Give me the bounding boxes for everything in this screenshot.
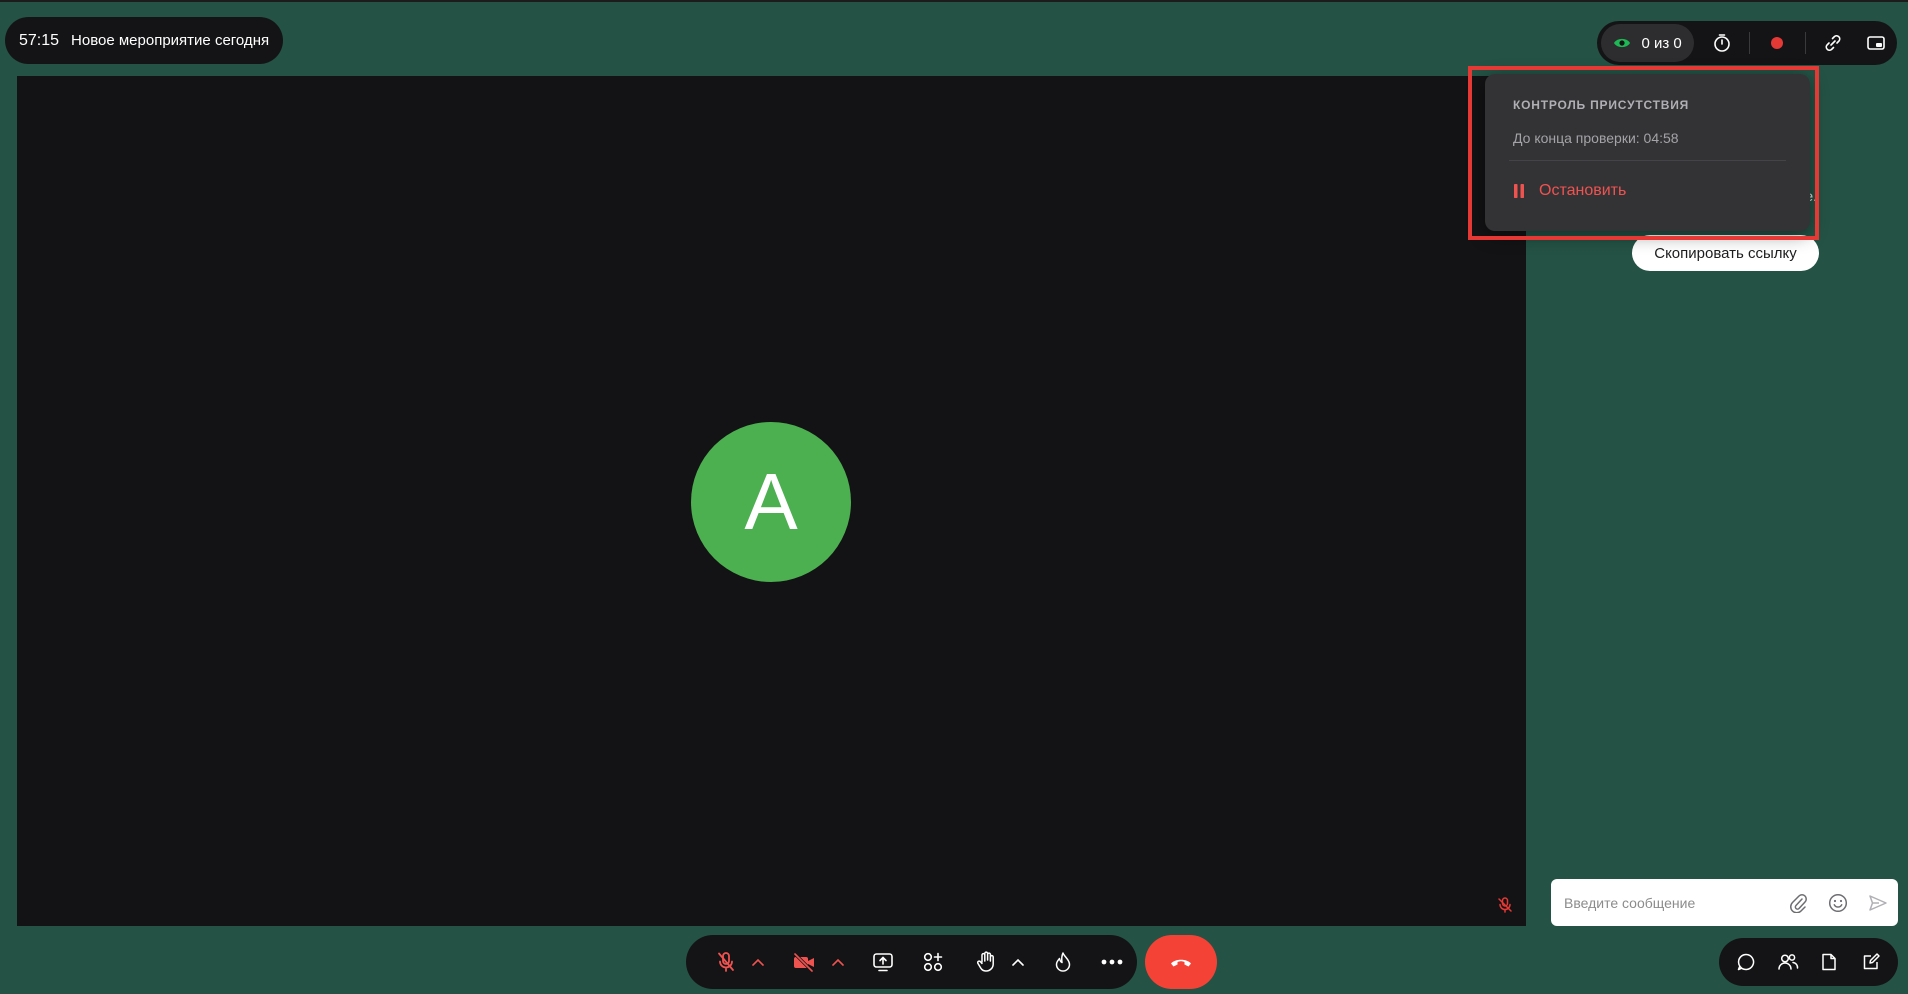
files-icon xyxy=(1820,952,1838,972)
timer-button[interactable] xyxy=(1700,21,1743,65)
pause-icon xyxy=(1513,184,1525,198)
meeting-timer: 57:15 xyxy=(19,31,60,49)
files-button[interactable] xyxy=(1809,940,1851,984)
toolbar-divider xyxy=(1748,32,1750,54)
notes-icon xyxy=(1861,952,1881,972)
raise-hand-icon xyxy=(975,950,997,974)
popup-header: КОНТРОЛЬ ПРИСУТСТВИЯ xyxy=(1513,98,1690,112)
record-icon xyxy=(1770,36,1784,50)
stop-check-button[interactable]: Остановить xyxy=(1513,182,1626,200)
presence-count: 0 из 0 xyxy=(1641,34,1682,52)
meeting-title: Новое мероприятие сегодня xyxy=(71,32,270,49)
attach-button[interactable] xyxy=(1778,879,1818,926)
copy-link-button[interactable]: Скопировать ссылку xyxy=(1632,235,1819,271)
panel-toggles xyxy=(1719,938,1898,986)
timer-icon xyxy=(1713,33,1731,53)
notes-button[interactable] xyxy=(1850,940,1892,984)
participants-button[interactable] xyxy=(1767,940,1809,984)
message-input[interactable]: Введите сообщение xyxy=(1551,879,1898,926)
check-countdown: До конца проверки: 04:58 xyxy=(1513,130,1679,146)
presence-control-popup: КОНТРОЛЬ ПРИСУТСТВИЯ До конца проверки: … xyxy=(1485,74,1810,231)
more-button[interactable] xyxy=(1087,935,1137,989)
raise-hand-options-button[interactable] xyxy=(1008,935,1028,989)
hangup-icon xyxy=(1169,956,1193,968)
chevron-up-icon xyxy=(832,958,844,966)
emoji-button[interactable] xyxy=(1818,879,1858,926)
send-button[interactable] xyxy=(1858,879,1898,926)
mic-off-icon xyxy=(1496,896,1514,914)
participants-icon xyxy=(1777,952,1799,972)
hangup-button[interactable] xyxy=(1145,935,1217,989)
share-screen-icon xyxy=(872,952,894,972)
call-controls xyxy=(686,935,1137,989)
popup-divider xyxy=(1509,160,1786,161)
raise-hand-button[interactable] xyxy=(963,935,1007,989)
presence-control-button[interactable]: 0 из 0 xyxy=(1601,24,1695,62)
cast-icon xyxy=(1866,34,1886,52)
emoji-icon xyxy=(1828,893,1848,913)
link-icon xyxy=(1823,33,1843,53)
chat-icon xyxy=(1736,952,1756,972)
record-button[interactable] xyxy=(1756,21,1799,65)
attach-icon xyxy=(1789,893,1807,913)
share-screen-button[interactable] xyxy=(858,935,908,989)
stop-check-label: Остановить xyxy=(1539,182,1627,199)
chevron-up-icon xyxy=(1011,958,1024,966)
reaction-button[interactable] xyxy=(1038,935,1088,989)
microphone-options-button[interactable] xyxy=(748,935,768,989)
eye-icon xyxy=(1613,36,1631,50)
avatar-letter: A xyxy=(744,457,798,546)
toolbar-divider xyxy=(1804,32,1806,54)
reaction-icon xyxy=(1054,951,1072,973)
apps-button[interactable] xyxy=(908,935,958,989)
microphone-button[interactable] xyxy=(704,935,748,989)
camera-button[interactable] xyxy=(780,935,828,989)
participant-avatar: A xyxy=(691,422,851,582)
message-placeholder: Введите сообщение xyxy=(1564,894,1696,911)
send-icon xyxy=(1868,894,1888,912)
apps-icon xyxy=(922,951,944,973)
meeting-title-pill: 57:15 Новое мероприятие сегодня xyxy=(5,17,284,64)
top-toolbar: 0 из 0 xyxy=(1597,21,1897,65)
more-icon xyxy=(1101,959,1123,965)
cast-button[interactable] xyxy=(1854,21,1897,65)
camera-options-button[interactable] xyxy=(828,935,848,989)
camera-off-icon xyxy=(792,952,816,972)
mic-off-icon xyxy=(715,950,737,974)
copy-link-toolbar-button[interactable] xyxy=(1812,21,1855,65)
chevron-up-icon xyxy=(752,958,764,966)
video-stage: A xyxy=(17,76,1526,926)
chat-button[interactable] xyxy=(1725,940,1767,984)
